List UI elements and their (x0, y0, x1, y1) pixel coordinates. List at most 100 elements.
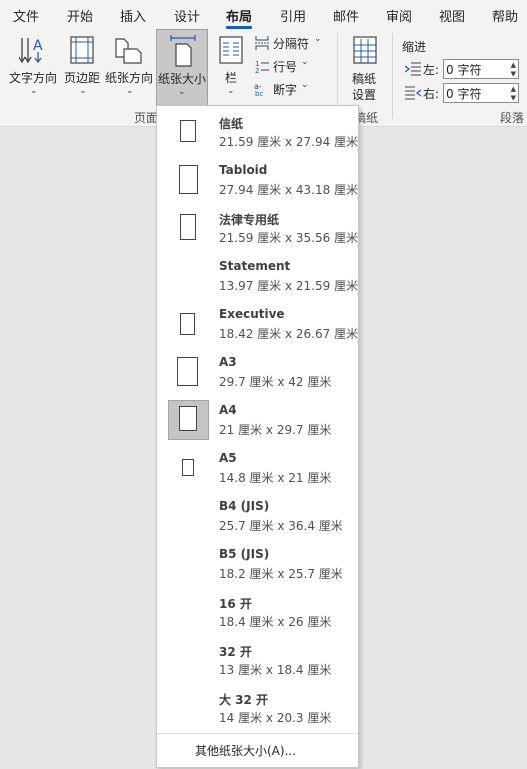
hyphenation-icon: a- bc (254, 82, 263, 97)
paper-size-dims: 14 厘米 x 20.3 厘米 (219, 711, 332, 725)
paper-size-name: 法律专用纸 (219, 213, 280, 227)
line-numbers-button[interactable]: 1 2 行号 ⌄ (252, 56, 332, 76)
paper-size-item-a3[interactable]: A3 29.7 厘米 x 42 厘米 (157, 355, 358, 404)
paper-size-item-b4-jis[interactable]: B4 (JIS) 25.7 厘米 x 36.4 厘米 (157, 499, 358, 548)
paper-size-name: B4 (JIS) (219, 499, 270, 513)
margins-button[interactable]: 页边距 ⌄ (62, 29, 102, 101)
tab-home[interactable]: 开始 (67, 6, 93, 25)
chevron-down-icon: ⌄ (30, 86, 38, 96)
manuscript-settings-button[interactable]: 稿纸 设置 (342, 29, 388, 103)
paper-size-name: A3 (219, 355, 237, 369)
paper-size-item-statement[interactable]: Statement 13.97 厘米 x 21.59 厘米 (157, 259, 358, 308)
indent-right-label: 右: (423, 87, 440, 101)
menu-divider (157, 733, 358, 734)
paper-size-item-32k[interactable]: 32 开 13 厘米 x 18.4 厘米 (157, 644, 358, 692)
indent-left-input[interactable]: 0 字符 ▲ ▼ (443, 59, 519, 79)
chevron-down-icon: ⌄ (79, 86, 87, 96)
paper-size-dims: 21.59 厘米 x 27.94 厘米 (219, 135, 359, 149)
hyphenation-button[interactable]: a- bc 断字 ⌄ (252, 79, 332, 99)
manuscript-label-line2: 设置 (352, 88, 377, 102)
indent-left-label: 左: (423, 63, 440, 77)
paper-size-name: Tabloid (219, 163, 268, 177)
indent-left-icon (405, 62, 421, 76)
chevron-down-icon: ⌄ (227, 86, 235, 96)
group-divider (392, 33, 393, 119)
paper-thumbnail (180, 214, 196, 240)
manuscript-label-line1: 稿纸 (352, 72, 377, 86)
chevron-down-icon: ⌄ (301, 80, 309, 90)
chevron-down-icon: ⌄ (178, 87, 186, 97)
columns-label: 栏 (225, 71, 238, 85)
tab-layout[interactable]: 布局 (226, 6, 252, 25)
orientation-button[interactable]: 纸张方向 ⌄ (104, 29, 156, 101)
paper-size-item-a5[interactable]: A5 14.8 厘米 x 21 厘米 (157, 451, 358, 500)
spin-down-icon[interactable]: ▼ (511, 94, 516, 102)
paper-size-item-executive[interactable]: Executive 18.42 厘米 x 26.67 厘米 (157, 307, 359, 356)
tab-file[interactable]: 文件 (13, 6, 39, 25)
hyphenation-label: 断字 (273, 83, 298, 97)
paper-size-dims: 25.7 厘米 x 36.4 厘米 (219, 519, 343, 533)
paper-size-dims: 18.2 厘米 x 25.7 厘米 (219, 567, 343, 581)
paper-size-item-tabloid[interactable]: Tabloid 27.94 厘米 x 43.18 厘米 (157, 163, 359, 212)
paper-size-dims: 18.4 厘米 x 26 厘米 (219, 615, 332, 629)
spin-up-icon[interactable]: ▲ (511, 61, 516, 69)
chevron-down-icon: ⌄ (301, 57, 309, 67)
size-label: 纸张大小 (158, 72, 207, 86)
indent-right-value: 0 字符 (446, 87, 482, 101)
paper-size-dims: 13 厘米 x 18.4 厘米 (219, 663, 332, 677)
spin-down-icon[interactable]: ▼ (511, 70, 516, 78)
paper-size-name: 信纸 (219, 117, 244, 131)
paper-size-dims: 21.59 厘米 x 35.56 厘米 (219, 231, 359, 245)
tab-mailings[interactable]: 邮件 (333, 6, 359, 25)
tab-help[interactable]: 帮助 (492, 6, 518, 25)
text-direction-icon: A (19, 38, 43, 64)
columns-icon (219, 36, 243, 64)
margins-icon (70, 36, 94, 64)
svg-text:A: A (33, 38, 43, 54)
line-numbers-label: 行号 (273, 60, 298, 74)
paper-size-item-letter[interactable]: 信纸 21.59 厘米 x 27.94 厘米 (157, 116, 358, 164)
indent-heading: 缩进 (402, 40, 427, 54)
page-break-icon (255, 36, 269, 50)
size-button[interactable]: 纸张大小 ⌄ (156, 29, 208, 106)
paper-size-dims: 21 厘米 x 29.7 厘米 (219, 423, 332, 437)
indent-right-input[interactable]: 0 字符 ▲ ▼ (443, 83, 519, 103)
ribbon-tab-bar: 文件 开始 插入 设计 布局 引用 邮件 审阅 视图 帮助 (0, 0, 527, 29)
chevron-down-icon: ⌄ (126, 86, 134, 96)
page-setup-group-label: 页面 (134, 111, 159, 125)
paper-size-dims: 27.94 厘米 x 43.18 厘米 (219, 183, 359, 197)
paper-size-item-16k[interactable]: 16 开 18.4 厘米 x 26 厘米 (157, 596, 358, 644)
columns-button[interactable]: 栏 ⌄ (214, 29, 248, 101)
paper-size-name: Executive (219, 307, 285, 321)
paper-size-name: 32 开 (219, 645, 252, 659)
svg-text:bc: bc (255, 90, 263, 97)
text-direction-button[interactable]: A 文字方向 ⌄ (6, 29, 60, 101)
orientation-icon (115, 38, 142, 64)
paper-thumbnail (179, 165, 198, 194)
paper-size-name: B5 (JIS) (219, 547, 270, 561)
paper-thumbnail (179, 406, 197, 431)
manuscript-icon (353, 36, 377, 64)
paper-size-item-legal[interactable]: 法律专用纸 21.59 厘米 x 35.56 厘米 (157, 212, 358, 260)
tab-view[interactable]: 视图 (439, 6, 465, 25)
orientation-label: 纸张方向 (105, 71, 154, 85)
tab-design[interactable]: 设计 (174, 6, 200, 25)
breaks-button[interactable]: 分隔符 ⌄ (252, 33, 332, 53)
paper-size-dims: 18.42 厘米 x 26.67 厘米 (219, 327, 359, 341)
indent-right-icon (405, 86, 421, 100)
paper-size-item-a4[interactable]: A4 21 厘米 x 29.7 厘米 (157, 400, 358, 452)
tab-review[interactable]: 审阅 (386, 6, 412, 25)
paper-size-dims: 14.8 厘米 x 21 厘米 (219, 471, 332, 485)
tab-insert[interactable]: 插入 (120, 6, 146, 25)
indent-left-value: 0 字符 (446, 63, 482, 77)
more-paper-sizes-link[interactable]: 其他纸张大小(A)... (195, 742, 296, 759)
paper-size-name: Statement (219, 259, 291, 273)
paper-thumbnail (180, 313, 195, 335)
paper-size-item-b5-jis[interactable]: B5 (JIS) 18.2 厘米 x 25.7 厘米 (157, 547, 358, 596)
paper-size-name: A5 (219, 451, 237, 465)
line-numbers-icon: 1 2 (255, 60, 269, 74)
spin-up-icon[interactable]: ▲ (511, 85, 516, 93)
paper-thumbnail (177, 357, 198, 386)
paper-thumbnail (182, 459, 194, 476)
tab-references[interactable]: 引用 (280, 6, 306, 25)
